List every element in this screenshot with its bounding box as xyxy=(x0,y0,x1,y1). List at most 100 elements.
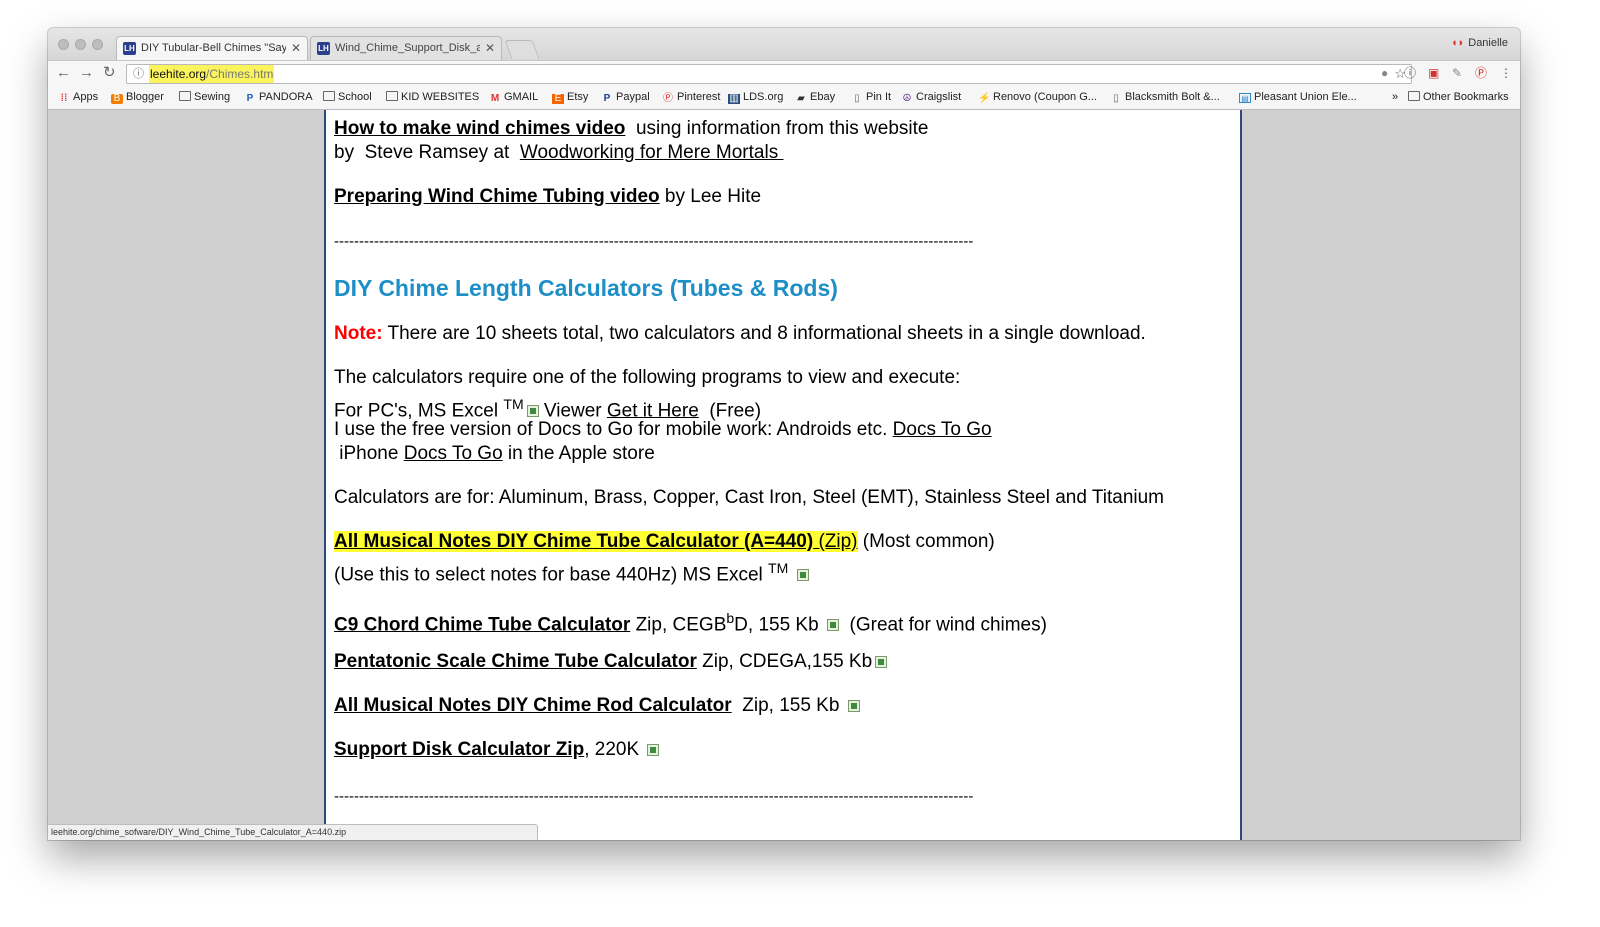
docs-to-go-android-link[interactable]: Docs To Go xyxy=(893,419,992,440)
bookmark-pin-it[interactable]: ▯ Pin It xyxy=(851,91,891,104)
trademark: TM xyxy=(768,560,789,576)
video1-line: How to make wind chimes video using info… xyxy=(334,117,928,141)
close-tab-icon[interactable]: ✕ xyxy=(291,37,301,59)
extension-lightbulb-icon[interactable]: ● xyxy=(1381,66,1388,80)
bookmark-gmail[interactable]: M GMAIL xyxy=(489,91,538,104)
video2-link[interactable]: Preparing Wind Chime Tubing video xyxy=(334,186,660,207)
bookmark-ebay[interactable]: ▰ Ebay xyxy=(795,91,835,104)
tab-title: DIY Tubular-Bell Chimes "Say xyxy=(141,42,286,54)
divider: ----------------------------------------… xyxy=(334,233,974,250)
more-bookmarks-chevron[interactable]: » xyxy=(1392,91,1398,103)
calc3-link[interactable]: Pentatonic Scale Chime Tube Calculator xyxy=(334,651,697,672)
page-viewport: How to make wind chimes video using info… xyxy=(48,110,1520,840)
bookmark-apps[interactable]: ⁞⁞ Apps xyxy=(58,91,98,104)
note-label: Note: xyxy=(334,323,383,344)
iphone-prefix: iPhone xyxy=(334,443,404,464)
extension-puzzle-icon[interactable]: ✎ xyxy=(1452,66,1462,80)
url-host: leehite.org xyxy=(150,67,207,81)
extension-badge-icon[interactable]: ▣ xyxy=(1428,66,1439,80)
bookmark-blogger[interactable]: B Blogger xyxy=(111,91,164,104)
woodworking-link[interactable]: Woodworking for Mere Mortals xyxy=(520,142,784,163)
calc5-link[interactable]: Support Disk Calculator Zip xyxy=(334,739,584,760)
address-url: leehite.org/Chimes.htm xyxy=(149,65,275,83)
bookmark-pinterest[interactable]: Ⓟ Pinterest xyxy=(662,91,720,104)
reload-icon[interactable]: ↻ xyxy=(103,64,116,82)
new-tab-button[interactable] xyxy=(504,40,540,59)
info-icon[interactable]: ⓘ xyxy=(133,65,144,83)
bookmark-sewing[interactable]: Sewing xyxy=(179,91,230,103)
tab-diy-chimes[interactable]: LH DIY Tubular-Bell Chimes "Say ✕ xyxy=(116,36,308,60)
video2-line: Preparing Wind Chime Tubing video by Lee… xyxy=(334,185,761,209)
forward-arrow-icon[interactable]: → xyxy=(79,64,94,82)
bookmark-school[interactable]: School xyxy=(323,91,372,103)
etsy-icon: E xyxy=(552,94,564,104)
video1-by-line: by Steve Ramsey at Woodworking for Mere … xyxy=(334,141,783,165)
video1-by: by Steve Ramsey at xyxy=(334,142,520,163)
bookmark-craigslist[interactable]: ☮ Craigslist xyxy=(901,91,962,104)
pinterest-extension-icon[interactable]: Ⓟ xyxy=(1475,66,1487,80)
requirements-line: The calculators require one of the follo… xyxy=(334,367,961,388)
bookmark-blacksmith[interactable]: ▯ Blacksmith Bolt &... xyxy=(1110,91,1220,104)
video1-text: using information from this website xyxy=(625,118,929,139)
apps-grid-icon: ⁞⁞ xyxy=(60,93,68,104)
video2-text: by Lee Hite xyxy=(659,186,762,207)
calc2-link[interactable]: C9 Chord Chime Tube Calculator xyxy=(334,614,630,635)
excel-icon xyxy=(847,699,860,712)
status-bar-url: leehite.org/chime_sofware/DIY_Wind_Chime… xyxy=(48,824,538,840)
mobile-text: I use the free version of Docs to Go for… xyxy=(334,419,893,440)
mobile-line: I use the free version of Docs to Go for… xyxy=(334,418,992,442)
bookmark-lds[interactable]: ▥ LDS.org xyxy=(728,91,783,104)
calc2-note: (Great for wind chimes) xyxy=(838,614,1047,636)
peace-icon: ☮ xyxy=(902,93,912,104)
tab-support-disk[interactable]: LH Wind_Chime_Support_Disk_a ✕ xyxy=(310,36,502,60)
minimize-window-button[interactable] xyxy=(75,39,86,50)
calc1-link[interactable]: All Musical Notes DIY Chime Tube Calcula… xyxy=(334,531,813,552)
calc1-sub: (Use this to select notes for base 440Hz… xyxy=(334,564,769,586)
calendar-icon: ▤ xyxy=(1239,93,1251,103)
calc5-text: , 220K xyxy=(584,739,645,760)
calc1-common: (Most common) xyxy=(857,531,995,552)
bookmark-pandora[interactable]: P PANDORA xyxy=(244,91,313,104)
calc1-zip-link[interactable]: (Zip) xyxy=(813,531,857,552)
bookmark-paypal[interactable]: P Paypal xyxy=(601,91,650,104)
close-window-button[interactable] xyxy=(58,39,69,50)
excel-icon xyxy=(647,743,660,756)
bookmark-renovo[interactable]: ⚡ Renovo (Coupon G... xyxy=(978,91,1097,104)
menu-kebab-icon[interactable]: ⋮ xyxy=(1500,66,1512,80)
calc1-sub-line: (Use this to select notes for base 440Hz… xyxy=(334,556,809,587)
bookmark-other[interactable]: Other Bookmarks xyxy=(1408,91,1509,103)
tab-title: Wind_Chime_Support_Disk_a xyxy=(335,42,480,54)
excel-icon xyxy=(875,655,888,668)
calc5-line: Support Disk Calculator Zip, 220K xyxy=(334,738,660,762)
back-arrow-icon[interactable]: ← xyxy=(56,64,71,82)
extension-info-icon[interactable]: ⓘ xyxy=(1404,66,1416,80)
close-tab-icon[interactable]: ✕ xyxy=(485,37,495,59)
site-favicon-icon: LH xyxy=(317,42,330,55)
calc4-line: All Musical Notes DIY Chime Rod Calculat… xyxy=(334,694,860,718)
iphone-suffix: in the Apple store xyxy=(502,443,655,464)
page-icon: ▯ xyxy=(1113,93,1119,104)
flat-sup: b xyxy=(726,610,735,626)
bookmark-pleasant-union[interactable]: ▤ Pleasant Union Ele... xyxy=(1239,91,1357,103)
profile-button[interactable]: ◖◗ Danielle xyxy=(1451,37,1508,49)
calc2-text-b: D, 155 Kb xyxy=(734,614,824,636)
calc4-text: Zip, 155 Kb xyxy=(731,695,845,716)
folder-icon xyxy=(179,91,191,101)
page-icon: ▯ xyxy=(854,93,860,104)
paypal-icon: P xyxy=(603,93,611,104)
bookmark-kid-websites[interactable]: KID WEBSITES xyxy=(386,91,479,103)
blogger-icon: B xyxy=(111,94,123,104)
zoom-window-button[interactable] xyxy=(92,39,103,50)
folder-icon xyxy=(1408,91,1420,101)
excel-icon xyxy=(526,405,539,418)
address-bar[interactable]: ⓘ leehite.org/Chimes.htm ☆ xyxy=(126,64,1412,84)
url-path: /Chimes.htm xyxy=(206,67,274,81)
toolbar: ← → ↻ ⓘ leehite.org/Chimes.htm ☆ ● ⓘ ▣ ✎… xyxy=(48,60,1520,87)
tab-strip: LH DIY Tubular-Bell Chimes "Say ✕ LH Win… xyxy=(48,28,1520,60)
pandora-icon: P xyxy=(246,93,254,104)
page-heading: DIY Chime Length Calculators (Tubes & Ro… xyxy=(334,275,838,301)
video1-link[interactable]: How to make wind chimes video xyxy=(334,118,625,139)
bookmark-etsy[interactable]: E Etsy xyxy=(552,91,588,104)
calc4-link[interactable]: All Musical Notes DIY Chime Rod Calculat… xyxy=(334,695,732,716)
docs-to-go-iphone-link[interactable]: Docs To Go xyxy=(404,443,503,464)
